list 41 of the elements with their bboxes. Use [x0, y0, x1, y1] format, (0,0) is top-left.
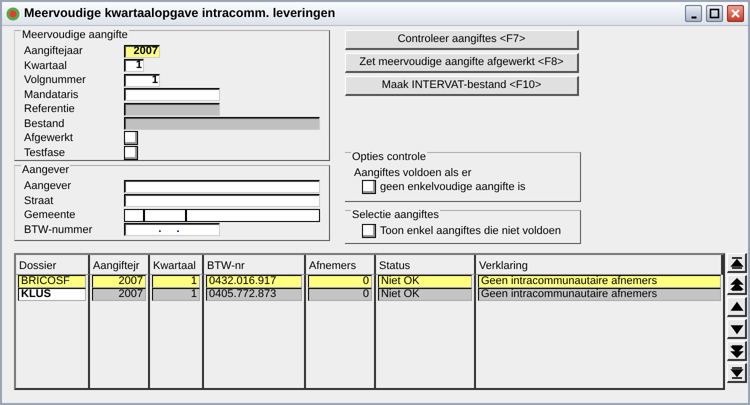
table-cell[interactable]: Geen intracommunautaire afnemers [478, 288, 721, 301]
field-label: Straat [24, 194, 54, 208]
table-cell[interactable]: 2007 [92, 275, 146, 288]
action-button[interactable]: Maak INTERVAT-bestand <F10> [345, 76, 579, 96]
field-label: Kwartaal [24, 58, 68, 74]
table-cell[interactable]: 2007 [92, 288, 146, 301]
field-label: Mandataris [24, 88, 80, 102]
table-cell[interactable]: 0 [308, 275, 372, 288]
group-title: Meervoudige aangifte [21, 29, 129, 42]
option-text: Aangiftes voldoen als er [354, 166, 472, 180]
input-field[interactable]: . . [124, 223, 220, 236]
table-cell[interactable]: 0432.016.917 [206, 275, 302, 288]
input-field[interactable]: 1 [124, 59, 144, 72]
field-label: Aangever [24, 179, 72, 194]
table-cell[interactable]: 1 [152, 288, 200, 301]
field-label: Volgnummer [24, 73, 87, 88]
action-button[interactable]: Controleer aangiftes <F7> [345, 30, 579, 50]
action-button[interactable]: Zet meervoudige aangifte afgewerkt <F8> [345, 53, 579, 73]
group-title: Opties controle [351, 151, 427, 164]
field-label: Aangiftejaar [24, 44, 84, 59]
table-cell[interactable]: KLUS [18, 288, 86, 301]
field-label: Afgewerkt [24, 131, 74, 146]
field-label: Referentie [24, 102, 76, 117]
table-cell[interactable]: 0 [308, 288, 372, 301]
table-cell[interactable]: BRICOSF [18, 275, 86, 288]
field-label: Testfase [24, 146, 66, 160]
field-label: Gemeente [24, 208, 76, 223]
field-label: BTW-nummer [24, 222, 94, 238]
input-field[interactable]: 1 [124, 74, 160, 87]
group-title: Aangever [21, 164, 70, 177]
table-cell[interactable]: Geen intracommunautaire afnemers [478, 275, 721, 288]
field-label: Bestand [24, 116, 66, 132]
checkbox-label: geen enkelvoudige aangifte is [380, 180, 526, 194]
group-title: Selectie aangiftes [351, 209, 440, 222]
input-field[interactable]: 2007 [124, 44, 160, 58]
table-cell[interactable]: 0405.772.873 [206, 288, 302, 301]
table-cell[interactable]: Niet OK [378, 288, 472, 301]
checkbox-label: Toon enkel aangiftes die niet voldoen [380, 224, 562, 238]
window-title: Meervoudige kwartaalopgave intracomm. leveringen [24, 5, 336, 22]
table-cell[interactable]: Niet OK [378, 275, 472, 288]
table-cell[interactable]: 1 [152, 275, 200, 288]
